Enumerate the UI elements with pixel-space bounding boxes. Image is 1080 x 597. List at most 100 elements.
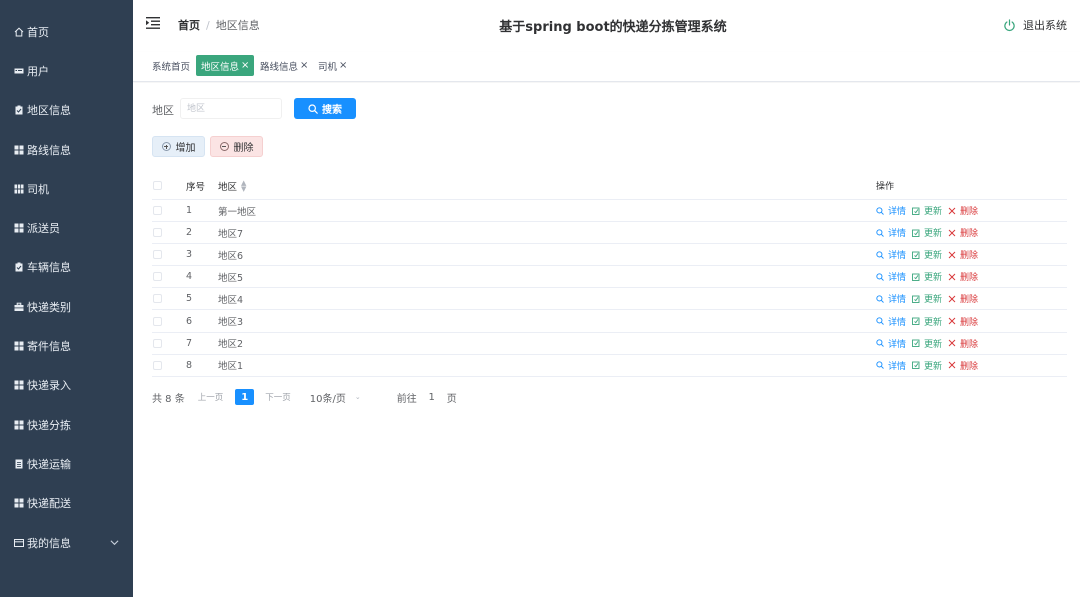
pagination: 共 8 条 上一页 1 下一页 10条/页 ⌄ 前往 1 页	[152, 389, 457, 405]
edit-button[interactable]: 更新	[912, 270, 942, 283]
row-delete-button[interactable]: 删除	[948, 359, 978, 372]
edit-button[interactable]: 更新	[912, 359, 942, 372]
grid-dense-icon	[13, 183, 24, 194]
edit-button[interactable]: 更新	[912, 337, 942, 350]
tab-tag[interactable]: 系统首页	[147, 55, 195, 76]
edit-icon	[912, 295, 924, 303]
close-icon	[948, 273, 960, 281]
area-table: 序号 地区 ▲ ▼ 操作 1 第一地区 详情 更新 删除 2 地区7 详情 更新 删除 3 地区6 详情更…	[152, 172, 1067, 377]
grid-icon	[13, 380, 24, 391]
edit-button[interactable]: 更新	[912, 292, 942, 305]
tab-tag-label: 司机	[318, 61, 338, 73]
close-icon[interactable]: ×	[339, 60, 347, 71]
chevron-down-icon	[110, 537, 119, 548]
row-checkbox[interactable]	[153, 228, 162, 238]
row-checkbox[interactable]	[153, 294, 162, 304]
select-all-checkbox[interactable]	[153, 181, 162, 190]
prev-page-button[interactable]: 上一页	[198, 391, 224, 403]
close-icon	[948, 361, 960, 369]
logout-button[interactable]: 退出系统	[1003, 17, 1067, 33]
row-delete-button[interactable]: 删除	[948, 248, 978, 261]
row-checkbox[interactable]	[153, 316, 162, 326]
edit-icon	[912, 361, 924, 370]
sidebar-item[interactable]: 司机	[0, 169, 133, 208]
row-checkbox[interactable]	[153, 360, 162, 370]
sidebar-item[interactable]: 用户	[0, 51, 133, 90]
row-area: 地区1	[218, 361, 244, 373]
view-button[interactable]: 详情	[876, 248, 906, 261]
view-label: 详情	[888, 339, 907, 350]
sort-icon[interactable]: ▲ ▼	[241, 179, 246, 192]
home-icon	[13, 26, 24, 37]
row-checkbox[interactable]	[153, 272, 162, 282]
edit-button[interactable]: 更新	[912, 315, 942, 328]
search-input[interactable]	[180, 98, 282, 119]
chevron-down-icon: ⌄	[354, 393, 361, 401]
edit-button[interactable]: 更新	[912, 204, 942, 217]
search-icon	[876, 317, 888, 325]
row-delete-button[interactable]: 删除	[948, 204, 978, 217]
next-page-button[interactable]: 下一页	[265, 391, 291, 403]
view-label: 详情	[888, 317, 907, 328]
edit-label: 更新	[924, 251, 943, 262]
sidebar-item[interactable]: 路线信息	[0, 130, 133, 169]
sidebar-item[interactable]: 寄件信息	[0, 326, 133, 365]
tab-tag[interactable]: 司机 ×	[313, 55, 352, 76]
close-icon[interactable]: ×	[300, 60, 308, 71]
row-delete-button[interactable]: 删除	[948, 270, 978, 283]
page-size-select[interactable]: 10条/页 ⌄	[310, 390, 361, 405]
grid-icon	[13, 144, 24, 155]
sidebar-item[interactable]: 我的信息	[0, 523, 133, 562]
tab-tag-label: 路线信息	[260, 61, 299, 73]
sidebar-item-label: 快递类别	[27, 300, 71, 314]
sidebar-item[interactable]: 地区信息	[0, 91, 133, 130]
row-index: 7	[186, 337, 193, 349]
row-area: 地区7	[218, 228, 244, 240]
table-row: 1 第一地区 详情 更新 删除	[152, 200, 1067, 223]
sidebar-item[interactable]: 首页	[0, 12, 133, 51]
edit-label: 更新	[924, 273, 943, 284]
view-button[interactable]: 详情	[876, 359, 906, 372]
view-button[interactable]: 详情	[876, 204, 906, 217]
table-row: 2 地区7 详情 更新 删除	[152, 222, 1067, 245]
page-number-button[interactable]: 1	[235, 389, 255, 405]
close-icon[interactable]: ×	[241, 60, 249, 71]
sidebar-item[interactable]: 快递录入	[0, 366, 133, 405]
view-button[interactable]: 详情	[876, 270, 906, 283]
goto-page-input[interactable]: 1	[419, 392, 445, 403]
view-button[interactable]: 详情	[876, 315, 906, 328]
row-delete-button[interactable]: 删除	[948, 292, 978, 305]
view-button[interactable]: 详情	[876, 292, 906, 305]
view-button[interactable]: 详情	[876, 226, 906, 239]
sidebar-item[interactable]: 快递分拣	[0, 405, 133, 444]
search-icon	[876, 361, 888, 370]
tab-tag[interactable]: 路线信息 ×	[255, 55, 313, 76]
add-button-label: 增加	[175, 143, 196, 154]
row-checkbox[interactable]	[153, 250, 162, 260]
tab-tag[interactable]: 地区信息 ×	[196, 55, 255, 76]
row-area: 第一地区	[218, 206, 257, 218]
search-icon	[308, 103, 318, 114]
sidebar-item[interactable]: 派送员	[0, 208, 133, 247]
row-delete-button[interactable]: 删除	[948, 315, 978, 328]
row-area: 地区6	[218, 250, 244, 262]
row-checkbox[interactable]	[153, 338, 162, 348]
plus-circle-icon	[161, 142, 171, 151]
row-checkbox[interactable]	[153, 206, 162, 216]
view-label: 详情	[888, 295, 907, 306]
add-button[interactable]: 增加	[152, 136, 205, 157]
search-button[interactable]: 搜索	[294, 98, 356, 119]
sidebar-item[interactable]: 快递配送	[0, 484, 133, 523]
edit-button[interactable]: 更新	[912, 248, 942, 261]
sidebar-item[interactable]: 车辆信息	[0, 248, 133, 287]
edit-button[interactable]: 更新	[912, 226, 942, 239]
power-icon	[1004, 18, 1015, 31]
row-delete-button[interactable]: 删除	[948, 337, 978, 350]
delete-button[interactable]: 删除	[210, 136, 263, 157]
row-actions: 详情 更新 删除	[876, 248, 1066, 261]
row-delete-button[interactable]: 删除	[948, 226, 978, 239]
view-button[interactable]: 详情	[876, 337, 906, 350]
sidebar-item[interactable]: 快递类别	[0, 287, 133, 326]
sidebar-item[interactable]: 快递运输	[0, 444, 133, 483]
table-row: 8 地区1 详情 更新 删除	[152, 355, 1067, 377]
